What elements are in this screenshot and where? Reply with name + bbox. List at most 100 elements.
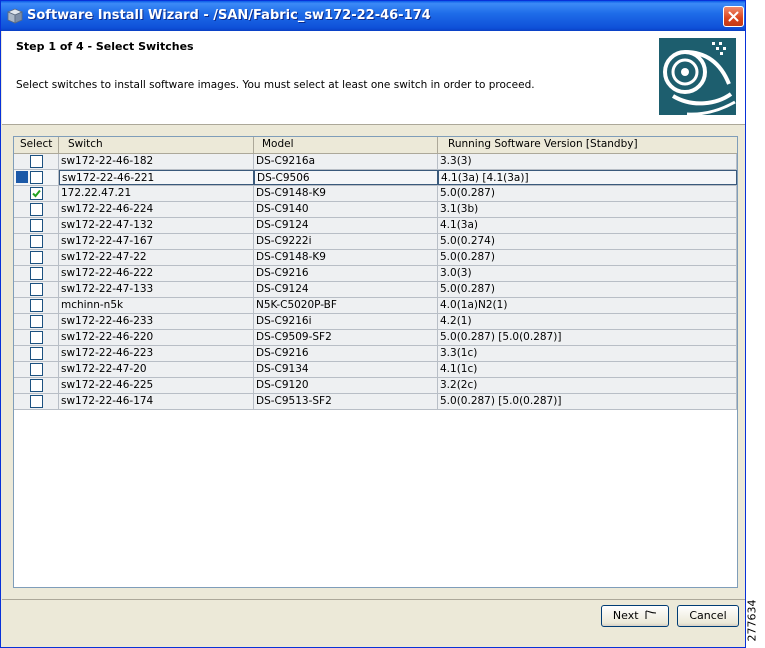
switch-cell: sw172-22-46-182	[59, 154, 254, 169]
column-header-select[interactable]: Select	[14, 137, 59, 153]
figure-id: 277634	[746, 598, 763, 646]
select-checkbox[interactable]	[30, 267, 43, 280]
close-icon	[728, 11, 739, 22]
switch-cell: sw172-22-47-167	[59, 234, 254, 249]
select-cell	[14, 330, 59, 345]
table-row[interactable]: sw172-22-47-20 DS-C9134 4.1(1c)	[14, 362, 737, 378]
switch-cell: sw172-22-46-220	[59, 330, 254, 345]
select-checkbox[interactable]	[30, 347, 43, 360]
footer-divider	[2, 599, 745, 600]
model-cell: DS-C9120	[254, 378, 438, 393]
model-cell: DS-C9148-K9	[254, 186, 438, 201]
select-checkbox[interactable]	[30, 203, 43, 216]
close-button[interactable]	[723, 6, 744, 27]
version-cell: 5.0(0.287) [5.0(0.287)]	[438, 394, 737, 409]
select-checkbox[interactable]	[30, 187, 43, 200]
select-checkbox[interactable]	[30, 379, 43, 392]
version-cell: 3.3(1c)	[438, 346, 737, 361]
model-cell: DS-C9509-SF2	[254, 330, 438, 345]
select-checkbox[interactable]	[30, 363, 43, 376]
model-cell: DS-C9140	[254, 202, 438, 217]
model-cell: DS-C9222i	[254, 234, 438, 249]
next-button-label: Next	[612, 609, 639, 622]
title-bar[interactable]: Software Install Wizard - /SAN/Fabric_sw…	[1, 1, 745, 31]
switch-cell: sw172-22-47-22	[59, 250, 254, 265]
select-cell	[14, 170, 59, 185]
table-row[interactable]: sw172-22-47-132 DS-C9124 4.1(3a)	[14, 218, 737, 234]
version-cell: 3.2(2c)	[438, 378, 737, 393]
column-header-version[interactable]: Running Software Version [Standby]	[438, 137, 737, 153]
select-cell	[14, 346, 59, 361]
version-cell: 4.0(1a)N2(1)	[438, 298, 737, 313]
table-row[interactable]: 172.22.47.21 DS-C9148-K9 5.0(0.287)	[14, 186, 737, 202]
select-checkbox[interactable]	[30, 219, 43, 232]
table-row[interactable]: sw172-22-47-22 DS-C9148-K9 5.0(0.287)	[14, 250, 737, 266]
step-title: Step 1 of 4 - Select Switches	[16, 40, 194, 53]
version-cell: 4.1(1c)	[438, 362, 737, 377]
model-cell: DS-C9216	[254, 346, 438, 361]
next-button[interactable]: Next	[601, 605, 669, 627]
select-cell	[14, 186, 59, 201]
select-checkbox[interactable]	[30, 331, 43, 344]
select-cell	[14, 378, 59, 393]
column-header-switch[interactable]: Switch	[59, 137, 254, 153]
wizard-box-icon	[7, 8, 23, 24]
version-cell: 3.0(3)	[438, 266, 737, 281]
table-row[interactable]: sw172-22-47-133 DS-C9124 5.0(0.287)	[14, 282, 737, 298]
version-cell: 5.0(0.287)	[438, 282, 737, 297]
table-row[interactable]: sw172-22-46-220 DS-C9509-SF2 5.0(0.287) [5…	[14, 330, 737, 346]
cancel-button[interactable]: Cancel	[677, 605, 739, 627]
select-cell	[14, 298, 59, 313]
column-header-model[interactable]: Model	[254, 137, 438, 153]
table-row[interactable]: sw172-22-46-174 DS-C9513-SF2 5.0(0.287) [5…	[14, 394, 737, 410]
window-title: Software Install Wizard - /SAN/Fabric_sw…	[27, 8, 431, 23]
wizard-header: Step 1 of 4 - Select Switches Select swi…	[2, 31, 745, 125]
select-checkbox[interactable]	[30, 171, 43, 184]
version-cell: 5.0(0.274)	[438, 234, 737, 249]
checkmark-icon	[32, 189, 41, 198]
version-cell: 4.2(1)	[438, 314, 737, 329]
select-cell	[14, 362, 59, 377]
table-row[interactable]: mchinn-n5k N5K-C5020P-BF 4.0(1a)N2(1)	[14, 298, 737, 314]
select-checkbox[interactable]	[30, 283, 43, 296]
model-cell: DS-C9513-SF2	[254, 394, 438, 409]
table-row[interactable]: sw172-22-47-167 DS-C9222i 5.0(0.274)	[14, 234, 737, 250]
select-checkbox[interactable]	[30, 251, 43, 264]
select-checkbox[interactable]	[30, 155, 43, 168]
model-cell: DS-C9124	[254, 282, 438, 297]
model-cell: DS-C9216i	[254, 314, 438, 329]
switch-table: Select Switch Model Running Software Ver…	[13, 136, 738, 588]
version-cell: 5.0(0.287)	[438, 186, 737, 201]
model-cell: DS-C9134	[254, 362, 438, 377]
select-cell	[14, 154, 59, 169]
version-cell: 5.0(0.287) [5.0(0.287)]	[438, 330, 737, 345]
model-cell: DS-C9124	[254, 218, 438, 233]
select-cell	[14, 218, 59, 233]
switch-cell: sw172-22-46-223	[59, 346, 254, 361]
select-checkbox[interactable]	[30, 299, 43, 312]
model-cell: DS-C9148-K9	[254, 250, 438, 265]
switch-cell: sw172-22-47-132	[59, 218, 254, 233]
select-cell	[14, 234, 59, 249]
table-row[interactable]: sw172-22-46-221 DS-C9506 4.1(3a) [4.1(3a)]	[14, 170, 737, 186]
switch-cell: 172.22.47.21	[59, 186, 254, 201]
switch-cell: sw172-22-47-133	[59, 282, 254, 297]
model-cell: N5K-C5020P-BF	[254, 298, 438, 313]
table-row[interactable]: sw172-22-46-224 DS-C9140 3.1(3b)	[14, 202, 737, 218]
model-cell: DS-C9216a	[254, 154, 438, 169]
table-row[interactable]: sw172-22-46-233 DS-C9216i 4.2(1)	[14, 314, 737, 330]
switch-cell: mchinn-n5k	[59, 298, 254, 313]
select-checkbox[interactable]	[30, 235, 43, 248]
switch-cell: sw172-22-46-222	[59, 266, 254, 281]
table-row[interactable]: sw172-22-46-222 DS-C9216 3.0(3)	[14, 266, 737, 282]
next-arrow-icon	[645, 610, 657, 619]
switch-cell: sw172-22-46-224	[59, 202, 254, 217]
wizard-window: Software Install Wizard - /SAN/Fabric_sw…	[0, 0, 746, 648]
table-row[interactable]: sw172-22-46-223 DS-C9216 3.3(1c)	[14, 346, 737, 362]
table-row[interactable]: sw172-22-46-182 DS-C9216a 3.3(3)	[14, 154, 737, 170]
select-checkbox[interactable]	[30, 315, 43, 328]
select-cell	[14, 202, 59, 217]
table-row[interactable]: sw172-22-46-225 DS-C9120 3.2(2c)	[14, 378, 737, 394]
select-checkbox[interactable]	[30, 395, 43, 408]
cisco-wizard-logo	[659, 38, 736, 115]
